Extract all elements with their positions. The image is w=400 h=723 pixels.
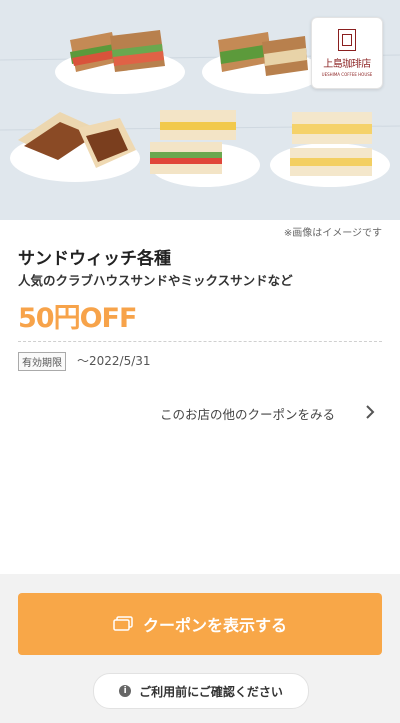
expiry-label: 有効期限	[18, 352, 66, 371]
logo-subtext: UESHIMA COFFEE HOUSE	[321, 72, 373, 77]
coupon-description: 人気のクラブハウスサンドやミックスサンドなど	[18, 273, 293, 288]
confirm-label: ご利用前にご確認ください	[139, 684, 283, 699]
hero-image: 上島珈琲店 UESHIMA COFFEE HOUSE	[0, 0, 400, 220]
logo-mark-icon	[338, 29, 356, 51]
chevron-right-icon[interactable]	[362, 404, 378, 420]
store-logo: 上島珈琲店 UESHIMA COFFEE HOUSE	[311, 17, 383, 89]
expiry-date: 〜2022/5/31	[77, 354, 151, 368]
show-coupon-label: クーポンを表示する	[142, 616, 287, 635]
show-coupon-button[interactable]: クーポンを表示する	[18, 593, 382, 655]
confirm-before-use-button[interactable]: i ご利用前にご確認ください	[93, 673, 309, 709]
discount-amount: 50円OFF	[18, 303, 137, 334]
other-coupons-link[interactable]: このお店の他のクーポンをみる	[160, 404, 335, 423]
image-note: ※画像はイメージです	[283, 228, 382, 239]
divider	[18, 341, 382, 342]
logo-text: 上島珈琲店	[323, 59, 371, 70]
coupon-card-icon	[113, 616, 133, 631]
coupon-title: サンドウィッチ各種	[18, 249, 171, 269]
info-icon: i	[119, 685, 132, 697]
